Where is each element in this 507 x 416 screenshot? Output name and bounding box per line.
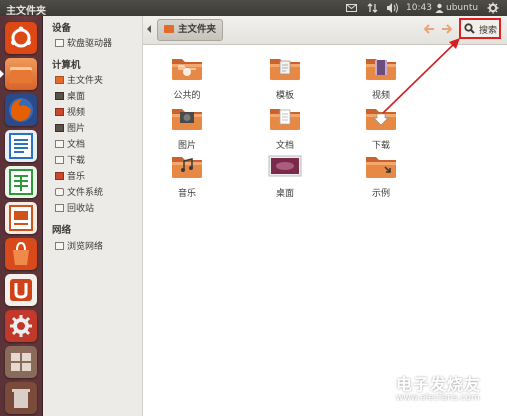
watermark: 电子发烧友 www.elecfans.com [352, 365, 502, 410]
annotation-arrow [382, 38, 460, 114]
watermark-logo-icon [352, 369, 390, 407]
watermark-url: www.elecfans.com [396, 393, 480, 403]
watermark-brand: 电子发烧友 [396, 375, 482, 394]
